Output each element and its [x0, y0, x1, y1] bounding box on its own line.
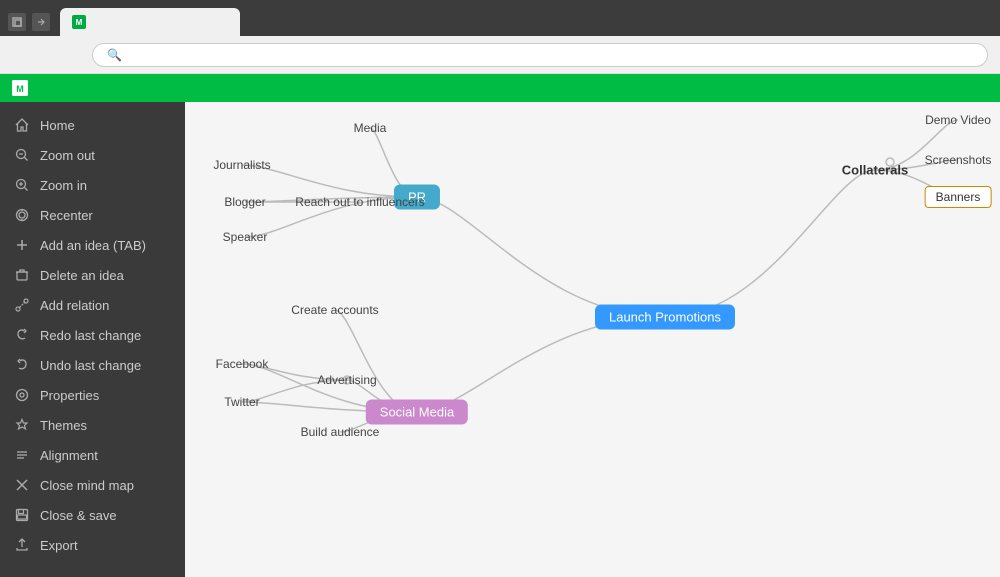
app-bar: M [0, 74, 1000, 102]
recenter-icon [14, 207, 30, 223]
delete-idea-icon [14, 267, 30, 283]
sidebar-item-undo[interactable]: Undo last change [0, 350, 185, 380]
sidebar-item-themes[interactable]: Themes [0, 410, 185, 440]
svg-text:M: M [16, 84, 24, 94]
properties-icon [14, 387, 30, 403]
sidebar-item-zoom-in[interactable]: Zoom in [0, 170, 185, 200]
sidebar-item-redo[interactable]: Redo last change [0, 320, 185, 350]
node-demo: Demo Video [925, 113, 991, 127]
sidebar-item-label-add-idea: Add an idea (TAB) [40, 238, 146, 253]
main-content: Home Zoom out Zoom in Recenter Add an idea (… [0, 102, 1000, 577]
refresh-button[interactable] [52, 51, 64, 59]
sidebar-item-label-zoom-in: Zoom in [40, 178, 87, 193]
tab-control-2[interactable] [32, 13, 50, 31]
sidebar-item-properties[interactable]: Properties [0, 380, 185, 410]
sidebar-item-label-delete-idea: Delete an idea [40, 268, 124, 283]
app-bar-icon: M [12, 80, 28, 96]
sidebar-item-label-add-relation: Add relation [40, 298, 109, 313]
browser-chrome: M 🔍 [0, 0, 1000, 74]
node-journalists: Journalists [213, 158, 270, 172]
sidebar-item-add-relation[interactable]: Add relation [0, 290, 185, 320]
node-create: Create accounts [291, 303, 378, 317]
sidebar-menu: Home Zoom out Zoom in Recenter Add an idea (… [0, 102, 185, 560]
node-advertising: Advertising [317, 373, 376, 387]
alignment-icon [14, 447, 30, 463]
sidebar: Home Zoom out Zoom in Recenter Add an idea (… [0, 102, 185, 577]
themes-icon [14, 417, 30, 433]
add-relation-icon [14, 297, 30, 313]
node-screenshots: Screenshots [925, 153, 992, 167]
tab-icon: M [72, 15, 86, 29]
node-blogger: Blogger [224, 195, 265, 209]
node-twitter: Twitter [224, 395, 259, 409]
sidebar-item-label-close-mind-map: Close mind map [40, 478, 134, 493]
sidebar-item-label-themes: Themes [40, 418, 87, 433]
browser-tab[interactable]: M [60, 8, 240, 36]
sidebar-item-label-recenter: Recenter [40, 208, 93, 223]
sidebar-item-delete-idea[interactable]: Delete an idea [0, 260, 185, 290]
home-icon [14, 117, 30, 133]
node-media: Media [354, 121, 387, 135]
sidebar-item-label-properties: Properties [40, 388, 99, 403]
svg-text:M: M [76, 18, 83, 27]
zoom-out-icon [14, 147, 30, 163]
address-search-icon: 🔍 [107, 48, 122, 62]
sidebar-item-label-redo: Redo last change [40, 328, 141, 343]
sidebar-item-zoom-out[interactable]: Zoom out [0, 140, 185, 170]
add-idea-icon [14, 237, 30, 253]
home-button[interactable] [72, 51, 84, 59]
tab-bar: M [0, 0, 1000, 36]
undo-icon [14, 357, 30, 373]
forward-button[interactable] [32, 51, 44, 59]
sidebar-item-close-mind-map[interactable]: Close mind map [0, 470, 185, 500]
sidebar-item-label-export: Export [40, 538, 78, 553]
node-reach: Reach out to influencers [295, 195, 424, 209]
node-banners[interactable]: Banners [925, 186, 992, 208]
node-social[interactable]: Social Media [366, 400, 468, 425]
close-save-icon [14, 507, 30, 523]
node-facebook: Facebook [216, 357, 269, 371]
zoom-in-icon [14, 177, 30, 193]
sidebar-item-close-save[interactable]: Close & save [0, 500, 185, 530]
close-mind-map-icon [14, 477, 30, 493]
address-bar[interactable]: 🔍 [92, 43, 988, 67]
sidebar-item-label-home: Home [40, 118, 75, 133]
sidebar-item-label-zoom-out: Zoom out [40, 148, 95, 163]
sidebar-collapse-button[interactable] [153, 112, 177, 136]
sidebar-item-label-close-save: Close & save [40, 508, 117, 523]
node-launch[interactable]: Launch Promotions [595, 305, 735, 330]
sidebar-item-add-idea[interactable]: Add an idea (TAB) [0, 230, 185, 260]
tab-control-1[interactable] [8, 13, 26, 31]
export-icon [14, 537, 30, 553]
sidebar-item-export[interactable]: Export [0, 530, 185, 560]
sidebar-item-label-alignment: Alignment [40, 448, 98, 463]
tab-controls [8, 13, 50, 31]
tab-close-button[interactable] [212, 14, 228, 30]
redo-icon [14, 327, 30, 343]
sidebar-item-label-undo: Undo last change [40, 358, 141, 373]
mindmap-canvas: Launch PromotionsPRSocial MediaCollatera… [185, 102, 1000, 577]
back-button[interactable] [12, 51, 24, 59]
node-build: Build audience [301, 425, 380, 439]
sidebar-item-recenter[interactable]: Recenter [0, 200, 185, 230]
nav-bar: 🔍 [0, 36, 1000, 74]
node-collaterals: Collaterals [842, 163, 908, 178]
sidebar-item-alignment[interactable]: Alignment [0, 440, 185, 470]
node-speaker: Speaker [223, 230, 268, 244]
